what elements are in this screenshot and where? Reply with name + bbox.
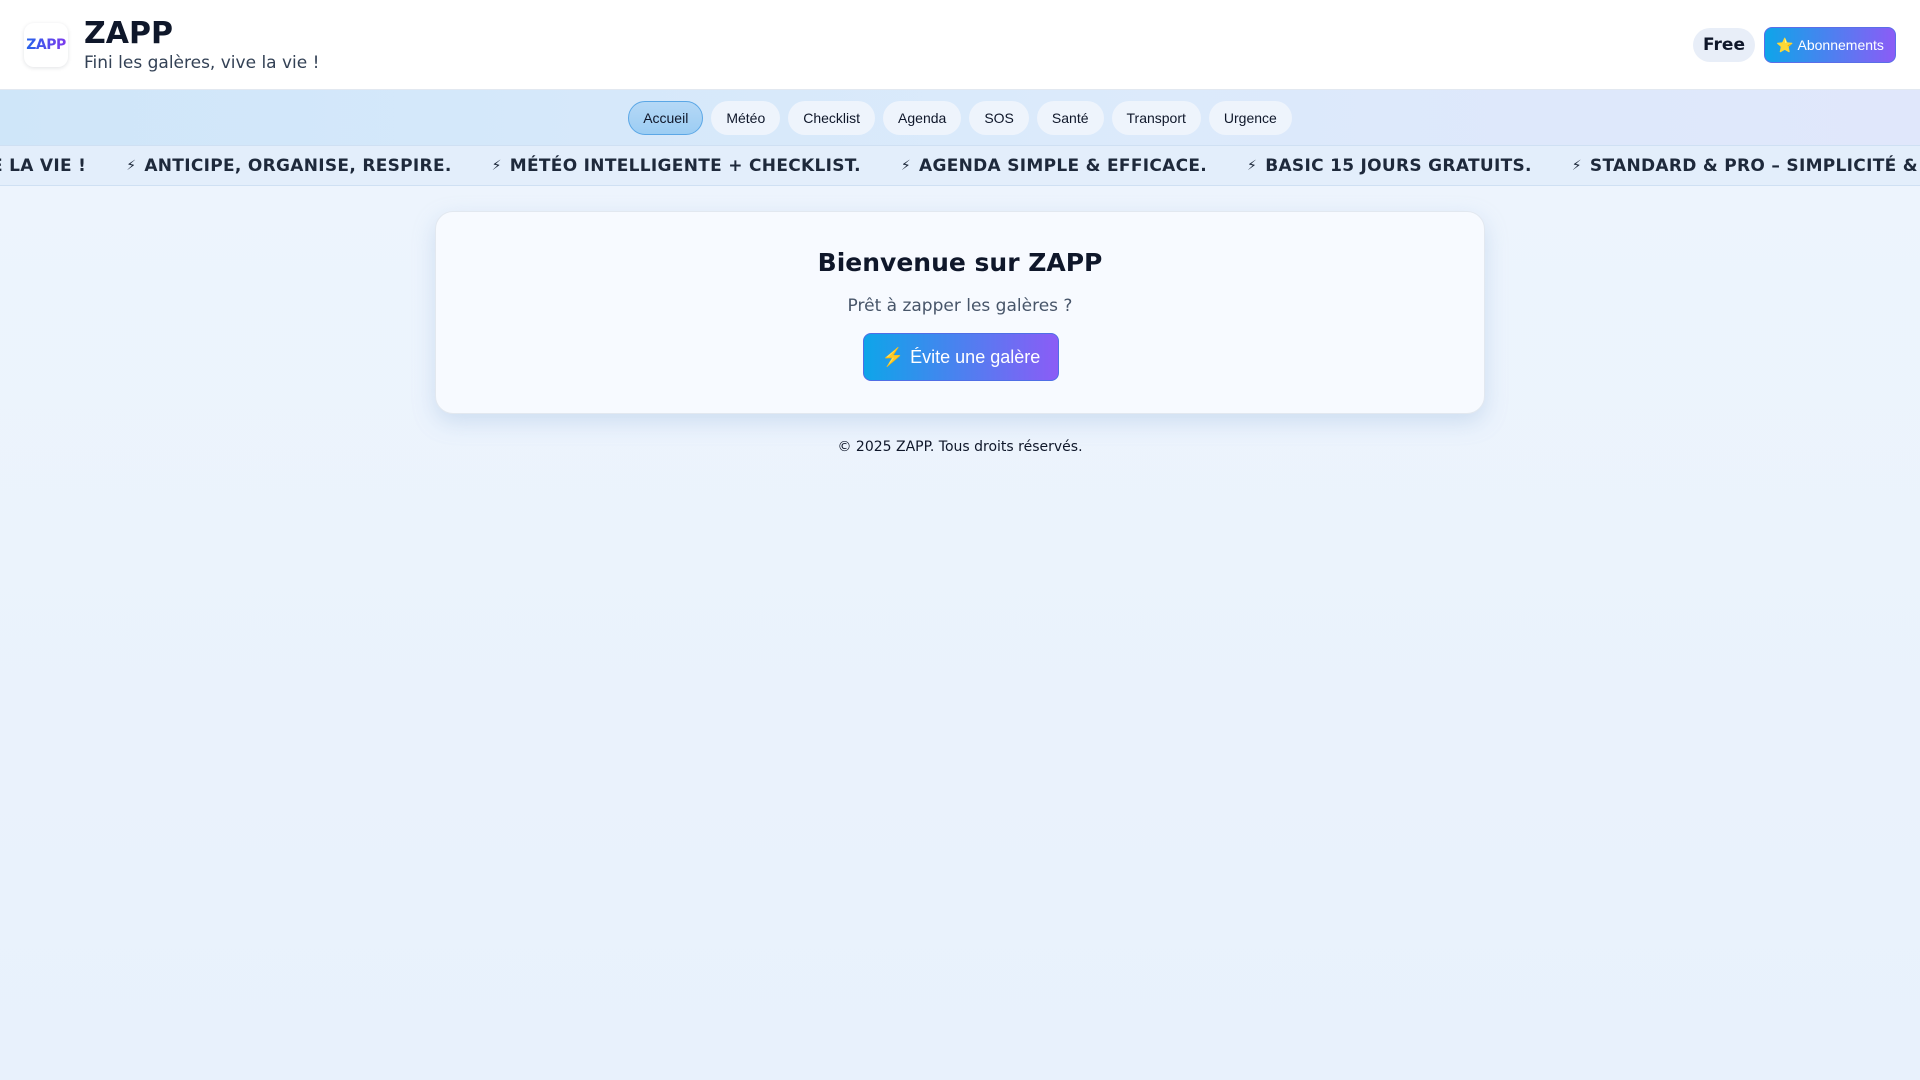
tab-urgence[interactable]: Urgence (1208, 100, 1292, 135)
tab-transport[interactable]: Transport (1111, 100, 1201, 135)
welcome-subtitle: Prêt à zapper les galères ? (847, 296, 1073, 316)
lightning-icon: ⚡ (1247, 157, 1258, 174)
ticker-text: ANTICIPE, ORGANISE, RESPIRE. (144, 155, 452, 176)
footer: © 2025 ZAPP. Tous droits réservés. (0, 439, 1920, 455)
tab-meteo[interactable]: Météo (711, 100, 781, 135)
welcome-title: Bienvenue sur ZAPP (817, 248, 1103, 277)
ticker-text: STANDARD & PRO – SIMPLICITÉ & PUISSANCE. (1589, 155, 1920, 176)
welcome-card: Bienvenue sur ZAPP Prêt à zapper les gal… (435, 211, 1485, 414)
copyright-text: © 2025 ZAPP. Tous droits réservés. (837, 439, 1083, 455)
app-header: ZAPP ZAPP Fini les galères, vive la vie … (0, 0, 1920, 90)
ticker-text: AGENDA SIMPLE & EFFICACE. (919, 155, 1208, 176)
ticker-text: FINI LES GALÈRES, VIVE LA VIE ! (0, 155, 87, 176)
ticker-item: ⚡ AGENDA SIMPLE & EFFICACE. (901, 156, 1207, 176)
tab-sos[interactable]: SOS (969, 100, 1029, 135)
ticker-text: MÉTÉO INTELLIGENTE + CHECKLIST. (509, 155, 861, 176)
app-title: ZAPP (84, 16, 173, 51)
tab-agenda[interactable]: Agenda (883, 100, 962, 135)
subscriptions-button[interactable]: ⭐ Abonnements (1764, 27, 1896, 63)
tab-sante[interactable]: Santé (1036, 100, 1104, 135)
ticker-track: ⚡ FINI LES GALÈRES, VIVE LA VIE ! ⚡ ANTI… (0, 146, 1920, 185)
subscriptions-label: Abonnements (1797, 37, 1884, 53)
lightning-icon: ⚡ (491, 157, 502, 174)
tab-accueil[interactable]: Accueil (628, 100, 704, 135)
ticker-text: BASIC 15 JOURS GRATUITS. (1265, 155, 1532, 176)
star-icon: ⭐ (1776, 36, 1794, 53)
tab-checklist[interactable]: Checklist (788, 100, 876, 135)
ticker-item: ⚡ FINI LES GALÈRES, VIVE LA VIE ! (0, 156, 86, 176)
avoid-hassle-button[interactable]: ⚡ Évite une galère (863, 333, 1059, 381)
plan-badge: Free (1693, 28, 1755, 62)
lightning-icon: ⚡ (900, 157, 911, 174)
logo-text: ZAPP (26, 37, 66, 53)
zapp-logo[interactable]: ZAPP (24, 23, 68, 67)
ticker-item: ⚡ MÉTÉO INTELLIGENTE + CHECKLIST. (492, 156, 861, 176)
app-tagline: Fini les galères, vive la vie ! (84, 53, 320, 73)
ticker-item: ⚡ STANDARD & PRO – SIMPLICITÉ & PUISSANC… (1572, 156, 1920, 176)
lightning-icon: ⚡ (881, 346, 905, 367)
ticker-item: ⚡ ANTICIPE, ORGANISE, RESPIRE. (126, 156, 451, 176)
ticker-item: ⚡ BASIC 15 JOURS GRATUITS. (1247, 156, 1532, 176)
lightning-icon: ⚡ (1571, 157, 1582, 174)
cta-label: Évite une galère (910, 346, 1041, 367)
lightning-icon: ⚡ (126, 157, 137, 174)
news-ticker: ⚡ FINI LES GALÈRES, VIVE LA VIE ! ⚡ ANTI… (0, 145, 1920, 186)
main-nav: Accueil Météo Checklist Agenda SOS Santé… (0, 90, 1920, 145)
